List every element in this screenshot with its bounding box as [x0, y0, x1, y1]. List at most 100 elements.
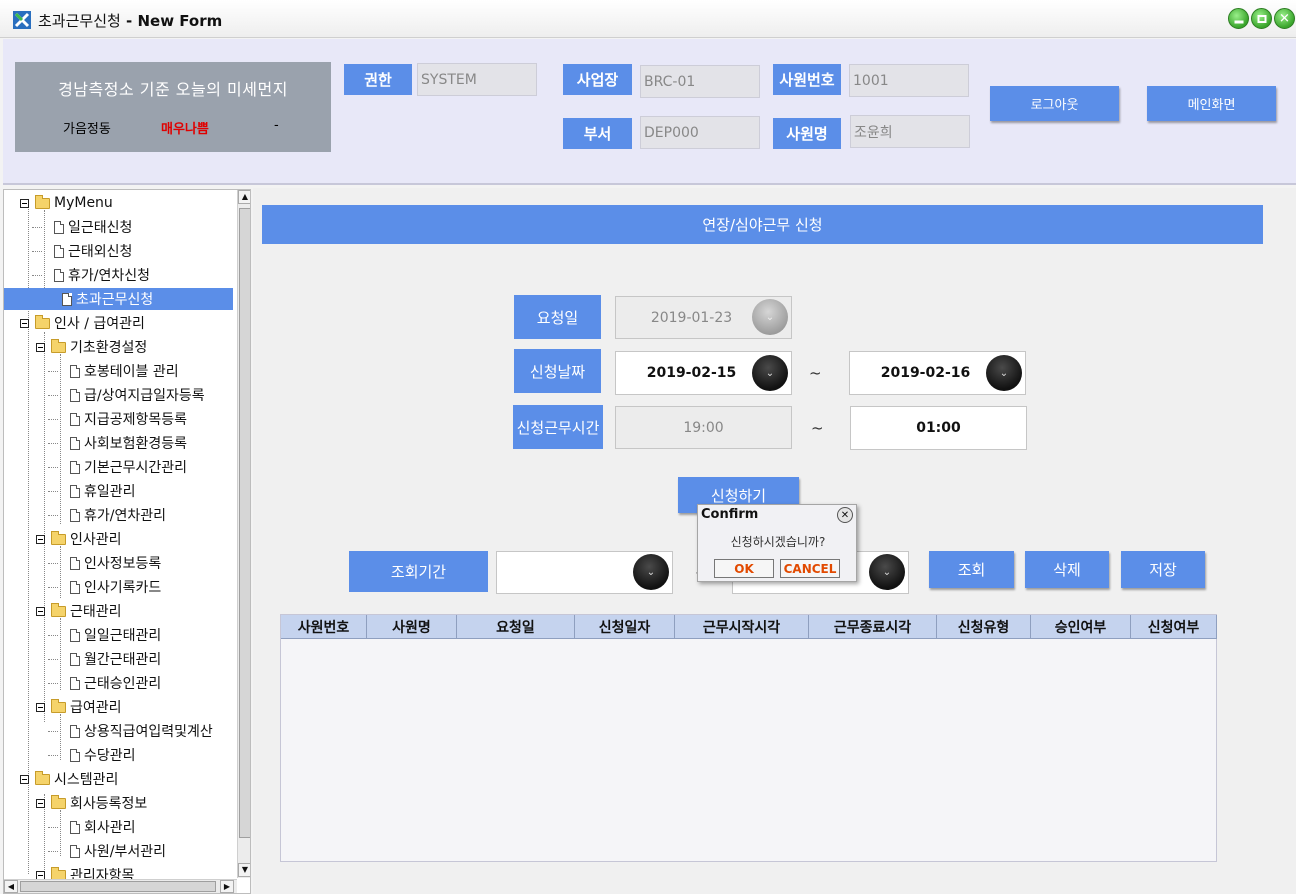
- work-time-to-field[interactable]: 01:00: [850, 406, 1027, 450]
- collapse-icon[interactable]: [36, 702, 45, 712]
- tree-item[interactable]: 회사관리: [70, 816, 136, 838]
- dept-field[interactable]: DEP000: [640, 116, 760, 149]
- grid-column-header[interactable]: 신청일자: [575, 615, 675, 639]
- tree-item[interactable]: 인사관리: [36, 528, 122, 550]
- folder-icon: [35, 314, 50, 329]
- chevron-down-icon[interactable]: ⌄: [633, 554, 669, 590]
- tree-item-label: 일근태신청: [68, 220, 133, 236]
- tree-item[interactable]: 인사정보등록: [70, 552, 161, 574]
- chevron-down-icon[interactable]: ⌄: [752, 355, 788, 391]
- maximize-button[interactable]: [1251, 8, 1272, 29]
- collapse-icon[interactable]: [20, 318, 29, 328]
- save-button[interactable]: 저장: [1121, 551, 1205, 588]
- range-tilde: ~: [811, 419, 824, 437]
- tree-item[interactable]: 일근태신청: [54, 216, 132, 238]
- fine-dust-panel: 경남측정소 기준 오늘의 미세먼지 가음정동 매우나쁨 -: [15, 62, 331, 152]
- tree-item-label: 급여관리: [70, 700, 122, 716]
- vertical-scrollbar[interactable]: ▲ ▼: [237, 190, 250, 878]
- tree-item[interactable]: 상용직급여입력및계산: [70, 720, 213, 742]
- tree-item[interactable]: 일일근태관리: [70, 624, 161, 646]
- tree-item[interactable]: 초과근무신청: [4, 288, 233, 310]
- site-field[interactable]: BRC-01: [640, 65, 760, 98]
- tree-branch-line: [48, 443, 58, 444]
- horizontal-scrollbar[interactable]: ◀ ▶: [4, 879, 237, 893]
- request-date-label: 요청일: [514, 295, 601, 339]
- collapse-icon[interactable]: [36, 798, 45, 808]
- employee-name-field[interactable]: 조윤희: [850, 115, 970, 148]
- overtime-grid[interactable]: 사원번호 사원명 요청일 신청일자 근무시작시각 근무종료시각 신청유형 승인여부 신청여부: [280, 614, 1217, 862]
- scroll-up-icon[interactable]: ▲: [238, 190, 250, 204]
- collapse-icon[interactable]: [36, 342, 45, 352]
- tree-item[interactable]: 지급공제항목등록: [70, 408, 187, 430]
- grid-column-header[interactable]: 신청여부: [1131, 615, 1217, 639]
- dialog-ok-button[interactable]: OK: [714, 559, 774, 578]
- chevron-down-icon[interactable]: ⌄: [986, 355, 1022, 391]
- tree-guide-line: [60, 546, 61, 598]
- document-icon: [70, 676, 80, 690]
- document-icon: [70, 412, 80, 426]
- tree-guide-line: [60, 354, 61, 524]
- horizontal-scroll-thumb[interactable]: [20, 881, 216, 892]
- tree-item[interactable]: 휴가/연차관리: [70, 504, 166, 526]
- tree-item[interactable]: 급/상여지급일자등록: [70, 384, 205, 406]
- grid-column-header[interactable]: 근무종료시각: [809, 615, 937, 639]
- tree-item[interactable]: 월간근태관리: [70, 648, 161, 670]
- tree-item-label: 인사 / 급여관리: [54, 316, 145, 332]
- tree-item[interactable]: 수당관리: [70, 744, 136, 766]
- vertical-scroll-thumb[interactable]: [239, 208, 250, 838]
- dialog-close-icon[interactable]: ✕: [837, 507, 853, 523]
- tree-item[interactable]: 기본근무시간관리: [70, 456, 187, 478]
- collapse-icon[interactable]: [20, 198, 29, 208]
- grid-column-header[interactable]: 근무시작시각: [675, 615, 809, 639]
- search-button[interactable]: 조회: [929, 551, 1014, 588]
- tree-branch-line: [48, 827, 58, 828]
- chevron-down-icon[interactable]: ⌄: [869, 554, 905, 590]
- tree-item-label: 기초환경설정: [70, 340, 148, 356]
- tree-item[interactable]: 근태외신청: [54, 240, 132, 262]
- tree-item[interactable]: 근태승인관리: [70, 672, 161, 694]
- tree-item-label: 월간근태관리: [84, 652, 162, 668]
- tree-item[interactable]: MyMenu: [20, 192, 113, 214]
- grid-column-header[interactable]: 사원명: [367, 615, 457, 639]
- window-title-app: 초과근무신청: [38, 12, 121, 30]
- tree-item[interactable]: 급여관리: [36, 696, 122, 718]
- collapse-icon[interactable]: [36, 534, 45, 544]
- folder-icon: [51, 794, 66, 809]
- tree-item[interactable]: 호봉테이블 관리: [70, 360, 179, 382]
- grid-column-header[interactable]: 신청유형: [937, 615, 1031, 639]
- grid-column-header[interactable]: 사원번호: [281, 615, 367, 639]
- grid-column-header[interactable]: 요청일: [457, 615, 575, 639]
- collapse-icon[interactable]: [36, 606, 45, 616]
- close-icon: ✕: [1279, 11, 1290, 26]
- collapse-icon[interactable]: [20, 774, 29, 784]
- employee-no-label: 사원번호: [773, 64, 841, 95]
- grid-column-header[interactable]: 승인여부: [1031, 615, 1131, 639]
- employee-no-field[interactable]: 1001: [849, 64, 969, 97]
- scroll-left-icon[interactable]: ◀: [4, 880, 18, 893]
- dialog-cancel-button[interactable]: CANCEL: [780, 559, 840, 578]
- scroll-right-icon[interactable]: ▶: [220, 880, 234, 893]
- tree-item-label: 일일근태관리: [84, 628, 162, 644]
- tree-item[interactable]: 인사기록카드: [70, 576, 161, 598]
- tree-item[interactable]: 사원/부서관리: [70, 840, 166, 862]
- folder-icon: [51, 698, 66, 713]
- apply-date-to-value: 2019-02-16: [880, 365, 971, 381]
- tree-item-label: MyMenu: [54, 195, 113, 211]
- close-button[interactable]: ✕: [1274, 8, 1295, 29]
- tree-item[interactable]: 휴가/연차신청: [54, 264, 150, 286]
- document-icon: [70, 556, 80, 570]
- tree-item[interactable]: 근태관리: [36, 600, 122, 622]
- minimize-button[interactable]: [1228, 8, 1249, 29]
- tree-branch-line: [32, 275, 42, 276]
- tree-item[interactable]: 시스템관리: [20, 768, 118, 790]
- tree-item[interactable]: 사회보험환경등록: [70, 432, 187, 454]
- main-screen-button[interactable]: 메인화면: [1147, 86, 1276, 121]
- delete-button[interactable]: 삭제: [1025, 551, 1109, 588]
- tree-item[interactable]: 휴일관리: [70, 480, 136, 502]
- scroll-down-icon[interactable]: ▼: [238, 863, 250, 877]
- tree-item[interactable]: 회사등록정보: [36, 792, 147, 814]
- tree-item[interactable]: 인사 / 급여관리: [20, 312, 145, 334]
- logout-button[interactable]: 로그아웃: [990, 86, 1119, 121]
- role-field[interactable]: SYSTEM: [417, 63, 537, 96]
- tree-item[interactable]: 기초환경설정: [36, 336, 147, 358]
